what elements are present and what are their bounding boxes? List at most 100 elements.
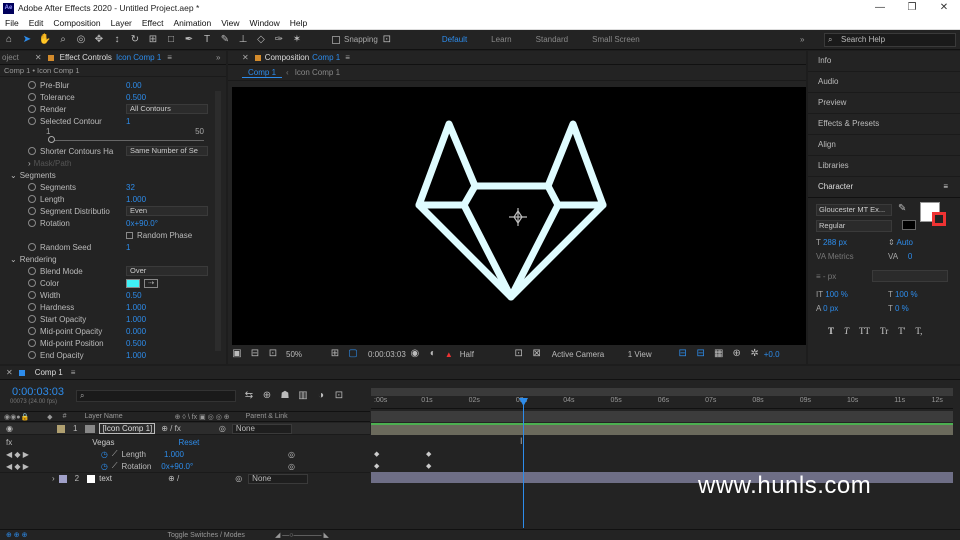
menu-edit[interactable]: Edit (29, 18, 44, 28)
hand-tool-icon[interactable]: ✋ (38, 33, 52, 47)
effect-row[interactable]: End Opacity 1.000 (0, 349, 212, 361)
superscript-button[interactable]: T' (898, 326, 905, 336)
effect-row[interactable]: Blend Mode Over (0, 265, 212, 277)
effect-row[interactable]: Render All Contours (0, 103, 212, 115)
panel-menu-icon[interactable]: ≡ (167, 53, 172, 62)
home-icon[interactable]: ⌂ (2, 33, 16, 47)
panel-libraries[interactable]: Libraries (808, 156, 960, 177)
stroke-color-swatch[interactable] (932, 212, 946, 226)
transparency-grid-icon[interactable]: ⊠ (530, 347, 544, 361)
stopwatch-icon[interactable] (28, 219, 36, 227)
effect-row-dropdown[interactable]: Over (126, 266, 208, 276)
effect-row-value[interactable]: 0.50 (126, 291, 142, 300)
effect-row-value[interactable]: 1.000 (126, 315, 146, 324)
effect-row[interactable]: Rotation 0x+90.0° (0, 217, 212, 229)
menu-help[interactable]: Help (290, 18, 307, 28)
layer-switches-icon[interactable]: ⊕ / (168, 474, 179, 483)
maximize-icon[interactable]: ❐ (896, 0, 928, 16)
layer-row-text[interactable]: › 2 text ⊕ / ◎ None (0, 472, 370, 484)
workspace-learn[interactable]: Learn (491, 35, 511, 44)
panel-preview[interactable]: Preview (808, 93, 960, 114)
faux-italic-button[interactable]: T (844, 326, 849, 336)
timeline-search-input[interactable]: ⌕ (76, 390, 236, 402)
motion-blur-icon[interactable]: ◑ (314, 389, 328, 403)
stopwatch-icon[interactable] (28, 267, 36, 275)
composition-close-icon[interactable]: ✕ (242, 53, 249, 62)
composition-viewer[interactable] (232, 87, 806, 345)
stopwatch-icon[interactable]: ◷ (101, 450, 108, 459)
horizontal-scale-field[interactable]: T 100 % (888, 290, 918, 299)
effect-row-vegas[interactable]: fx Vegas Reset (0, 436, 370, 448)
effect-row-dropdown[interactable]: Even (126, 206, 208, 216)
snap-options-icon[interactable]: ⊡ (380, 33, 394, 47)
exposure-value[interactable]: +0.0 (764, 350, 780, 359)
stopwatch-icon[interactable] (28, 291, 36, 299)
effect-row-value[interactable]: 1.000 (126, 351, 146, 360)
stopwatch-icon[interactable] (28, 147, 36, 155)
font-family-dropdown[interactable]: Gloucester MT Ex... (816, 204, 892, 216)
menu-animation[interactable]: Animation (173, 18, 211, 28)
stopwatch-icon[interactable] (28, 315, 36, 323)
fast-previews-icon[interactable]: ⊟ (694, 347, 708, 361)
orbit-camera-icon[interactable]: ◎ (74, 33, 88, 47)
random-phase-checkbox[interactable] (126, 231, 133, 239)
timeline-icon[interactable]: ▦ (712, 347, 726, 361)
effect-row[interactable]: Width 0.50 (0, 289, 212, 301)
always-preview-icon[interactable]: ▣ (230, 347, 244, 361)
work-area-bar[interactable] (371, 388, 953, 396)
layer-label-color[interactable] (58, 474, 67, 483)
stopwatch-icon[interactable] (28, 351, 36, 359)
zoom-dropdown[interactable]: 50% (286, 350, 326, 359)
eraser-tool-icon[interactable]: ◇ (254, 33, 268, 47)
effect-row-value[interactable]: 32 (126, 183, 135, 192)
dolly-camera-icon[interactable]: ↕ (110, 33, 124, 47)
layer-bar-icon-comp-1[interactable] (371, 423, 953, 435)
stopwatch-icon[interactable] (28, 183, 36, 191)
menu-view[interactable]: View (221, 18, 239, 28)
snapping-toggle[interactable]: Snapping ⊡ (332, 33, 396, 47)
layer-name[interactable]: [Icon Comp 1] (99, 423, 156, 434)
stopwatch-icon[interactable] (28, 117, 36, 125)
effect-row[interactable]: ⌄ Segments (0, 169, 212, 181)
property-value[interactable]: 1.000 (164, 450, 184, 459)
layer-label-color[interactable] (56, 424, 65, 433)
effect-row[interactable]: Pre-Blur 0.00 (0, 79, 212, 91)
stroke-order-dropdown[interactable] (872, 270, 948, 282)
stopwatch-icon[interactable] (28, 303, 36, 311)
layer-switches-icon[interactable]: ⊕ / fx (161, 424, 181, 433)
snapshot-icon[interactable]: ◉ (408, 347, 422, 361)
effect-row[interactable]: Color ⇢ (0, 277, 212, 289)
selection-tool-icon[interactable]: ➤ (20, 33, 34, 47)
menu-layer[interactable]: Layer (111, 18, 132, 28)
effect-row[interactable]: Random Phase (0, 229, 212, 241)
puppet-pin-icon[interactable]: ✶ (290, 33, 304, 47)
anchor-tool-icon[interactable]: ⊞ (146, 33, 160, 47)
pickwhip-icon[interactable]: ◎ (219, 424, 226, 433)
effect-row-dropdown[interactable]: Same Number of Se (126, 146, 208, 156)
effect-row[interactable]: Hardness 1.000 (0, 301, 212, 313)
pickwhip-icon[interactable]: ◎ (235, 474, 242, 483)
effect-row[interactable]: ⌄ Rendering (0, 253, 212, 265)
rotate-tool-icon[interactable]: ↻ (128, 33, 142, 47)
disclosure-arrow-icon[interactable]: ⌄ (10, 255, 17, 264)
timeline-current-time[interactable]: 0:00:03:03 (12, 386, 64, 398)
panel-character[interactable]: Character ≡ (808, 177, 960, 198)
switches-header-icon[interactable]: ⊕ ◊ \ fx ▣ ◎ ◎ ⊕ (175, 413, 230, 421)
timeline-menu-icon[interactable]: ≡ (71, 368, 76, 377)
expression-pickwhip-icon[interactable]: ◎ (288, 462, 295, 471)
parent-dropdown[interactable]: None (231, 423, 292, 434)
keyframe-length-start[interactable]: ◆ (374, 450, 379, 458)
channel-icon[interactable]: ⊡ (266, 347, 280, 361)
effect-row[interactable]: Random Seed 1 (0, 241, 212, 253)
character-menu-icon[interactable]: ≡ (943, 177, 948, 197)
effect-row-value[interactable]: 0x+90.0° (126, 219, 158, 228)
roto-brush-icon[interactable]: ✑ (272, 33, 286, 47)
stopwatch-icon[interactable] (28, 93, 36, 101)
tracking-field[interactable]: VA 0 (888, 252, 912, 261)
baseline-shift-field[interactable]: A 0 px (816, 304, 838, 313)
vertical-scale-field[interactable]: IT 100 % (816, 290, 848, 299)
effect-row-value[interactable]: 0.500 (126, 339, 146, 348)
subscript-button[interactable]: T, (915, 326, 922, 336)
menu-composition[interactable]: Composition (53, 18, 100, 28)
effect-row-value[interactable]: 1.000 (126, 303, 146, 312)
